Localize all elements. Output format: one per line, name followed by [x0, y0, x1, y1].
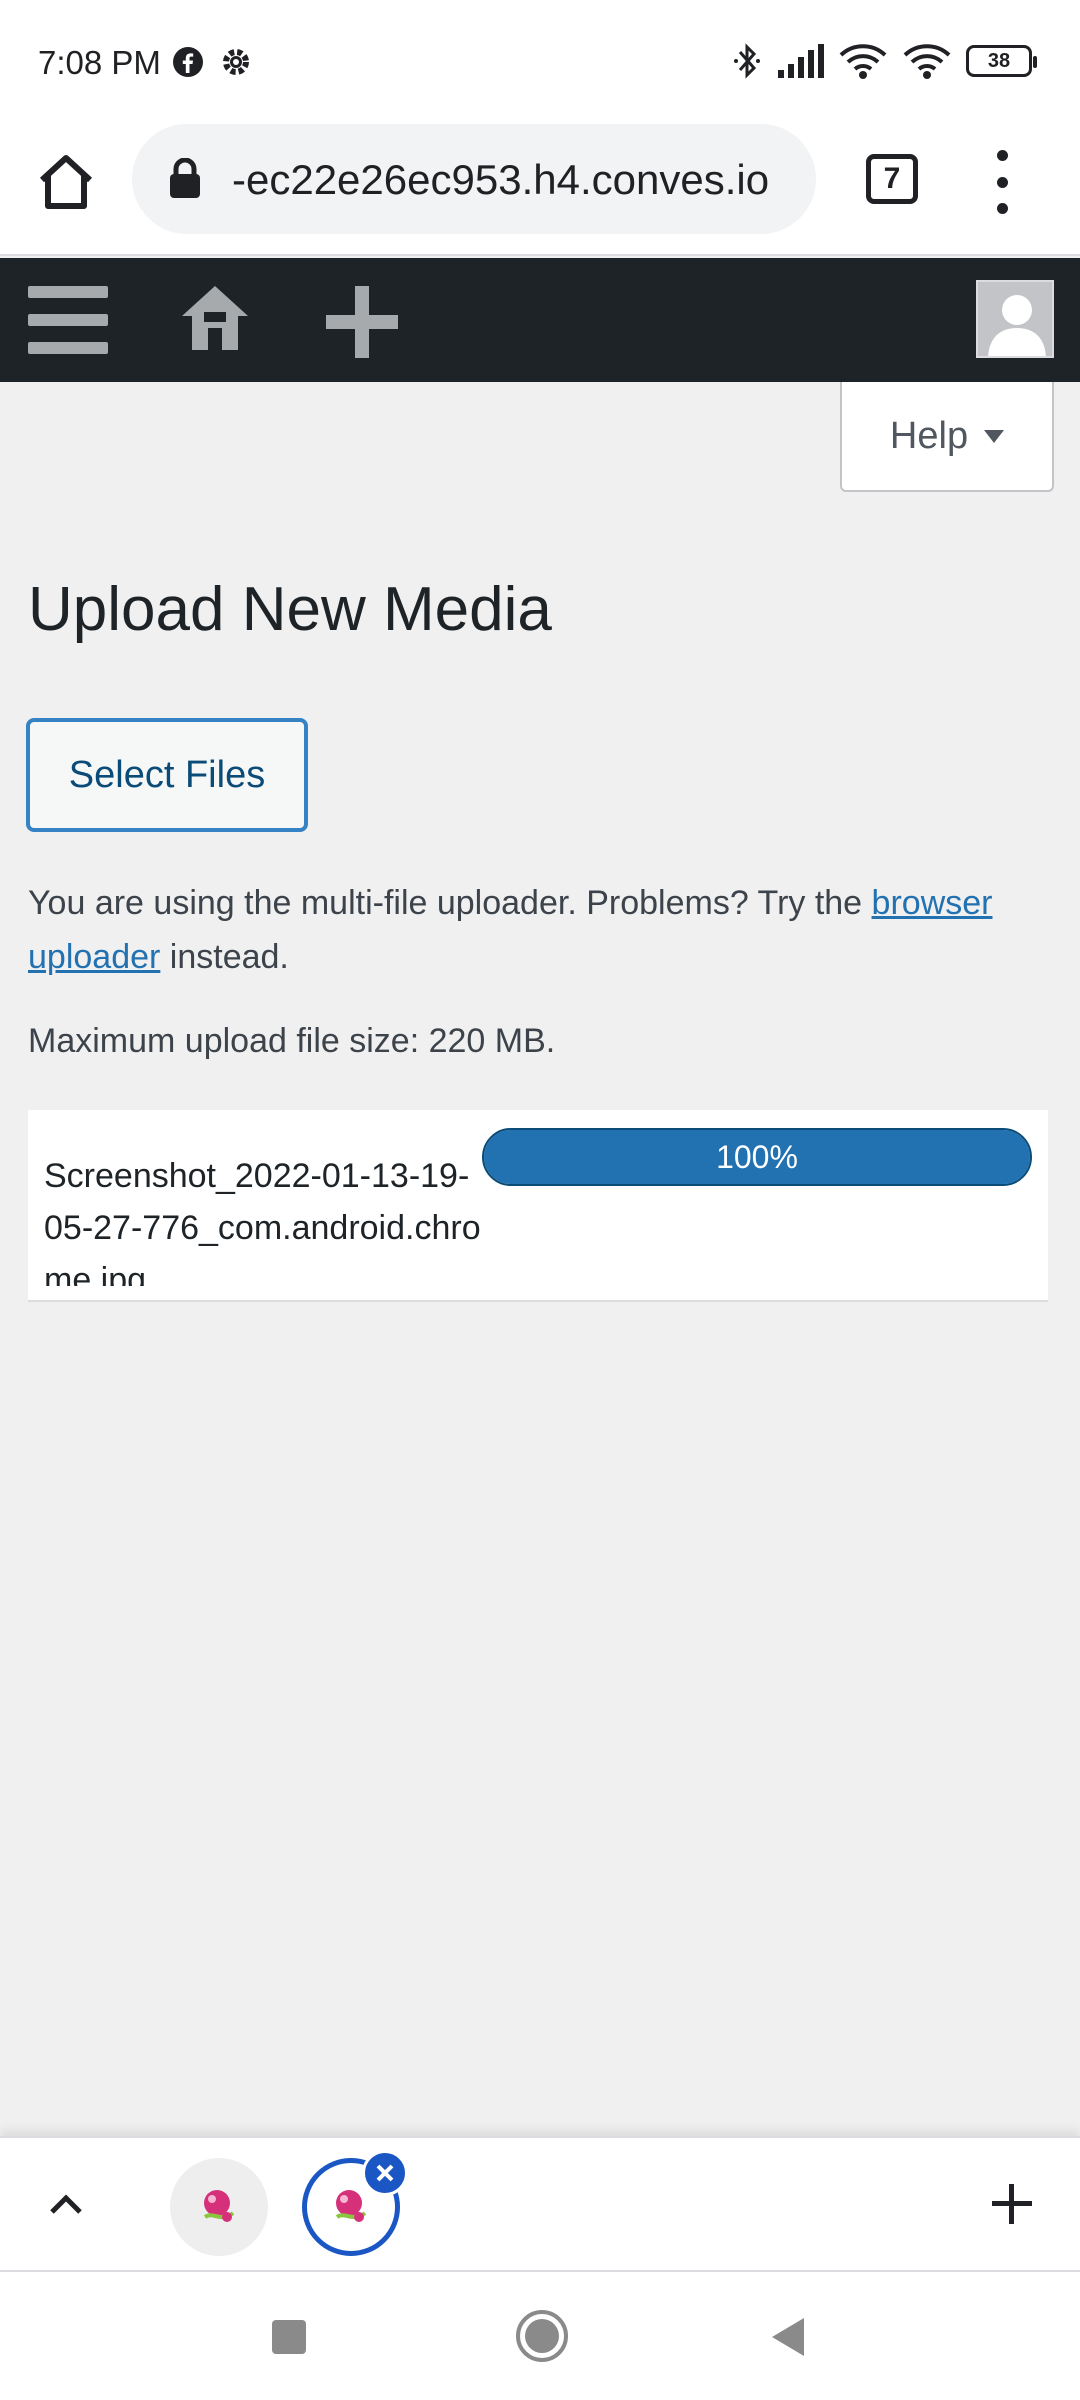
system-nav-bar — [0, 2270, 1080, 2400]
upload-item: Screenshot_2022-01-13-19-05-27-776_com.a… — [28, 1110, 1048, 1302]
help-tab-button[interactable]: Help — [840, 382, 1054, 492]
progress-percent: 100% — [716, 1138, 798, 1175]
admin-bar — [0, 258, 1080, 382]
new-tab-plus-icon[interactable] — [990, 2182, 1034, 2226]
facebook-icon — [173, 47, 203, 77]
max-upload-size: Maximum upload file size: 220 MB. — [28, 1022, 556, 1060]
user-avatar[interactable] — [976, 280, 1054, 358]
bottom-tab-strip — [0, 2136, 1080, 2270]
browser-toolbar: -ec22e26ec953.h4.conves.io 7 — [0, 120, 1080, 256]
add-new-icon[interactable] — [326, 286, 398, 358]
settings-gear-icon — [223, 49, 249, 75]
status-time: 7:08 PM — [38, 44, 161, 81]
recents-square-icon[interactable] — [272, 2320, 306, 2354]
select-files-button[interactable]: Select Files — [26, 718, 308, 832]
upload-progress-bar: 100% — [482, 1128, 1032, 1186]
tab-thumbnail[interactable] — [170, 2158, 268, 2256]
status-bar: 7:08 PM 38 — [0, 0, 1080, 120]
home-circle-icon[interactable] — [516, 2310, 568, 2362]
wifi-icon — [903, 44, 951, 79]
avatar-silhouette-icon — [988, 295, 1046, 356]
signal-icon — [778, 44, 824, 78]
site-home-icon[interactable] — [180, 282, 250, 354]
uploader-info-text: You are using the multi-file uploader. P… — [28, 884, 993, 976]
back-triangle-icon[interactable] — [772, 2318, 804, 2356]
home-icon[interactable] — [34, 150, 98, 214]
browser-menu-icon[interactable] — [990, 150, 1014, 214]
wifi-link-icon — [839, 44, 887, 79]
site-favicon-icon — [335, 2190, 367, 2222]
tab-switcher-button[interactable]: 7 — [866, 154, 918, 204]
lock-icon — [170, 158, 200, 198]
help-label: Help — [889, 414, 969, 457]
page-title: Upload New Media — [28, 575, 552, 644]
address-bar[interactable]: -ec22e26ec953.h4.conves.io — [132, 124, 816, 234]
chevron-up-icon[interactable] — [44, 2182, 88, 2226]
url-text: -ec22e26ec953.h4.conves.io — [232, 156, 770, 203]
caret-down-icon — [984, 429, 1005, 443]
site-favicon-icon — [203, 2190, 235, 2222]
close-tab-icon[interactable] — [362, 2150, 408, 2196]
upload-file-name: Screenshot_2022-01-13-19-05-27-776_com.a… — [44, 1157, 481, 1286]
battery-icon: 38 — [966, 45, 1037, 77]
hamburger-menu-icon[interactable] — [28, 286, 108, 354]
bluetooth-icon — [734, 43, 760, 79]
